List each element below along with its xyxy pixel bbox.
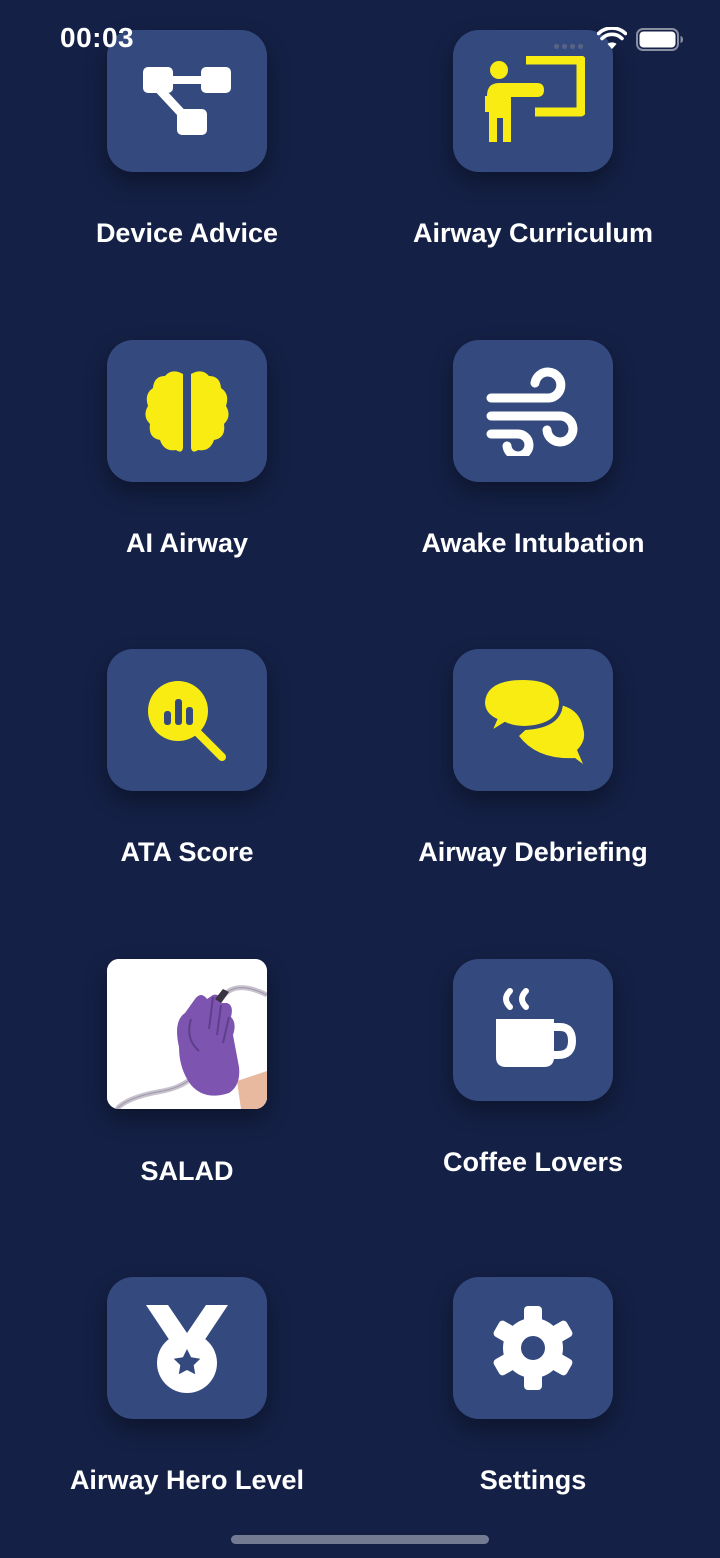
medal-icon xyxy=(146,1305,228,1393)
ata-score-tile[interactable] xyxy=(107,649,267,791)
status-time: 00:03 xyxy=(60,22,135,53)
menu-item-label: ATA Score xyxy=(120,837,254,867)
wifi-icon xyxy=(597,27,627,49)
cellular-signal-icon xyxy=(554,44,583,49)
menu-item-label: Airway Hero Level xyxy=(69,1465,305,1495)
ai-airway-tile[interactable] xyxy=(107,340,267,482)
awake-intubation-tile[interactable] xyxy=(453,340,613,482)
status-bar: 00:03 xyxy=(0,0,720,80)
settings-tile[interactable] xyxy=(453,1277,613,1419)
airway-debriefing-tile[interactable] xyxy=(453,649,613,791)
menu-item-label: Settings xyxy=(479,1465,587,1495)
menu-item-label: Device Advice xyxy=(95,218,279,248)
salad-tile[interactable] xyxy=(107,959,267,1109)
coffee-cup-icon xyxy=(496,988,577,1067)
magnifier-chart-icon xyxy=(148,681,226,761)
menu-item-label: AI Airway xyxy=(125,528,249,558)
gear-icon xyxy=(493,1306,573,1390)
wind-icon xyxy=(486,367,578,456)
menu-item-label: Airway Curriculum xyxy=(412,218,654,248)
menu-item-label: Airway Debriefing xyxy=(418,837,648,867)
menu-item-label: Coffee Lovers xyxy=(442,1147,624,1177)
home-indicator[interactable] xyxy=(231,1535,489,1544)
battery-icon xyxy=(636,28,683,51)
airway-hero-level-tile[interactable] xyxy=(107,1277,267,1419)
menu-item-label: SALAD xyxy=(140,1156,234,1186)
speech-bubbles-icon xyxy=(480,675,585,764)
gloved-hand-suction-photo xyxy=(107,959,267,1109)
menu-item-label: Awake Intubation xyxy=(421,528,645,558)
coffee-lovers-tile[interactable] xyxy=(453,959,613,1101)
brain-icon xyxy=(145,371,229,452)
